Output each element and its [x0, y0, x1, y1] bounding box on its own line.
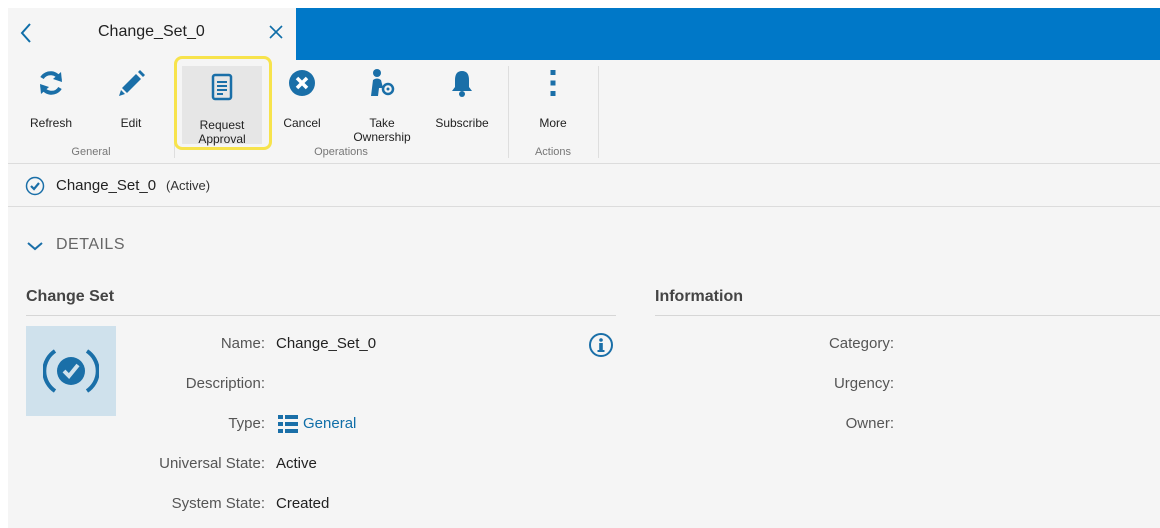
back-arrow-icon[interactable] — [18, 21, 34, 45]
refresh-label: Refresh — [29, 116, 73, 130]
urgency-label: Urgency: — [833, 375, 894, 392]
tab-title: Change_Set_0 — [98, 23, 205, 40]
refresh-button[interactable]: Refresh — [21, 68, 81, 134]
take-ownership-label: Take Ownership — [342, 116, 422, 144]
pencil-icon — [119, 70, 145, 96]
change-set-avatar — [26, 326, 116, 416]
information-section-title: Information — [655, 288, 743, 305]
record-name: Change_Set_0 — [56, 177, 157, 194]
system-state-value: Created — [276, 495, 330, 512]
take-ownership-button[interactable]: Take Ownership — [352, 68, 412, 144]
group-label-actions: Actions — [534, 146, 572, 158]
subscribe-button[interactable]: Subscribe — [432, 68, 492, 134]
ribbon-separator — [508, 66, 509, 158]
details-header-label: DETAILS — [56, 236, 125, 253]
record-header: Change_Set_0 (Active) — [8, 165, 1160, 207]
edit-label: Edit — [120, 116, 142, 130]
edit-button[interactable]: Edit — [101, 68, 161, 134]
ribbon-separator — [598, 66, 599, 158]
list-icon — [278, 415, 298, 433]
title-bar-fill — [296, 8, 1160, 60]
focus-highlight-outline — [174, 56, 272, 150]
record-state: (Active) — [166, 178, 211, 193]
check-circle-icon — [25, 176, 45, 196]
change-set-section-title: Change Set — [26, 288, 115, 305]
more-label: More — [539, 116, 567, 130]
user-key-icon — [371, 69, 395, 96]
category-label: Category: — [828, 335, 894, 352]
universal-state-value: Active — [276, 455, 317, 472]
close-icon[interactable] — [266, 22, 286, 42]
subscribe-label: Subscribe — [435, 116, 489, 130]
type-link[interactable]: General — [303, 415, 356, 432]
more-vertical-icon — [550, 70, 556, 96]
name-label: Name: — [220, 335, 265, 352]
info-icon[interactable] — [588, 332, 614, 358]
bell-icon — [452, 71, 472, 97]
universal-state-label: Universal State: — [159, 455, 265, 472]
tab-change-set[interactable]: Change_Set_0 — [8, 8, 296, 60]
take-ownership-label-line2: Ownership — [353, 130, 411, 144]
tab-bar: Change_Set_0 — [8, 8, 1160, 60]
chevron-down-icon — [27, 242, 43, 251]
system-state-label: System State: — [171, 495, 265, 512]
more-button[interactable]: More — [523, 68, 583, 134]
app-window: Change_Set_0 Refresh Edit General Cancel… — [8, 8, 1160, 528]
cancel-label: Cancel — [283, 116, 321, 130]
section-divider — [26, 315, 616, 316]
section-divider — [655, 315, 1160, 316]
cancel-circle-icon — [289, 70, 315, 96]
group-label-general: General — [71, 146, 111, 158]
take-ownership-label-line1: Take — [369, 116, 395, 130]
owner-label: Owner: — [845, 415, 894, 432]
description-label: Description: — [185, 375, 265, 392]
check-circle-large-icon — [43, 349, 99, 393]
type-label: Type: — [228, 415, 265, 432]
name-value: Change_Set_0 — [276, 335, 377, 352]
refresh-icon — [40, 71, 62, 95]
cancel-button[interactable]: Cancel — [272, 68, 332, 134]
